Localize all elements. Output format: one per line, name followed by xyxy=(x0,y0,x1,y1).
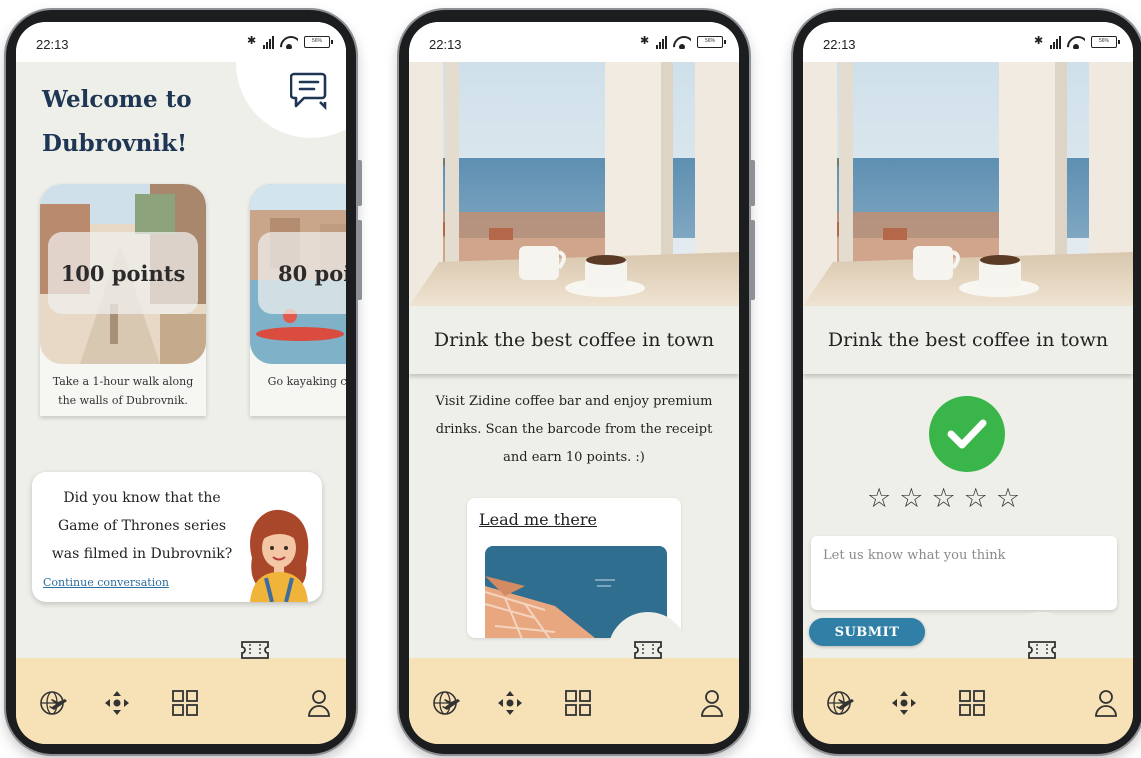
status-time: 22:13 xyxy=(429,37,462,52)
lead-me-there-link[interactable]: Lead me there xyxy=(479,510,597,529)
phone-side-button xyxy=(357,160,362,206)
card-description: Go kayaking craziest pl xyxy=(267,375,346,388)
star-rating: ☆ ☆ ☆ ☆ ☆ xyxy=(867,484,1020,514)
card-points: 80 points xyxy=(258,232,346,314)
phone-offer: 22:13 56% xyxy=(399,10,755,754)
guide-avatar xyxy=(242,508,316,606)
signal-icon xyxy=(1050,35,1061,49)
phone-rating: 22:13 56% xyxy=(793,10,1141,754)
feedback-input[interactable] xyxy=(811,536,1117,610)
coffee-hero-image xyxy=(409,62,739,306)
status-icons: 56% xyxy=(247,34,333,49)
ticket-icon[interactable] xyxy=(633,640,663,664)
wifi-icon xyxy=(280,36,298,49)
card-description: Take a 1-hour walk along the walls of Du… xyxy=(52,375,194,407)
move-arrows-icon[interactable] xyxy=(100,686,134,720)
move-arrows-icon[interactable] xyxy=(493,686,527,720)
status-time: 22:13 xyxy=(36,37,69,52)
status-bar: 22:13 56% xyxy=(409,22,739,62)
bluetooth-icon xyxy=(1034,34,1044,49)
status-bar: 22:13 56% xyxy=(803,22,1133,62)
phone-home: 22:13 56% Welcome to Dubrovnik! xyxy=(6,10,362,754)
ticket-icon[interactable] xyxy=(240,640,270,664)
wifi-icon xyxy=(673,36,691,49)
rating-screen: 22:13 56% xyxy=(803,22,1133,744)
offer-description: Visit Zidine coffee bar and enjoy premiu… xyxy=(435,394,713,465)
profile-icon[interactable] xyxy=(302,686,336,720)
status-bar: 22:13 56% xyxy=(16,22,346,62)
ticket-icon[interactable] xyxy=(1027,640,1057,664)
battery-icon: 56% xyxy=(1091,36,1120,48)
phone-side-button xyxy=(750,160,755,206)
challenge-card[interactable]: 100 points Take a 1-hour walk along the … xyxy=(40,184,206,416)
star-icon[interactable]: ☆ xyxy=(996,484,1020,514)
star-icon[interactable]: ☆ xyxy=(899,484,923,514)
title-line-1: Welcome to xyxy=(42,86,192,113)
grid-icon[interactable] xyxy=(561,686,595,720)
title-line-2: Dubrovnik! xyxy=(42,130,188,157)
chat-icon[interactable] xyxy=(289,70,330,116)
coffee-hero-image xyxy=(803,62,1133,306)
status-icons: 56% xyxy=(1034,34,1120,49)
submit-button[interactable]: SUBMIT xyxy=(809,618,925,646)
bluetooth-icon xyxy=(640,34,650,49)
did-you-know-text: Did you know that the Game of Thrones se… xyxy=(51,490,233,562)
grid-icon[interactable] xyxy=(955,686,989,720)
profile-icon[interactable] xyxy=(1089,686,1123,720)
offer-title: Drink the best coffee in town xyxy=(409,306,739,374)
star-icon[interactable]: ☆ xyxy=(931,484,955,514)
challenge-card[interactable]: 80 points Go kayaking craziest pl xyxy=(250,184,346,416)
bottom-nav xyxy=(16,658,346,744)
signal-icon xyxy=(656,35,667,49)
bluetooth-icon xyxy=(247,34,257,49)
battery-icon: 56% xyxy=(304,36,333,48)
star-icon[interactable]: ☆ xyxy=(867,484,891,514)
page-title: Welcome to Dubrovnik! xyxy=(42,78,192,166)
offer-title: Drink the best coffee in town xyxy=(803,306,1133,374)
globe-plane-icon[interactable] xyxy=(823,686,857,720)
grid-icon[interactable] xyxy=(168,686,202,720)
checkmark-icon xyxy=(929,396,1005,472)
status-icons: 56% xyxy=(640,34,726,49)
profile-icon[interactable] xyxy=(695,686,729,720)
card-points: 100 points xyxy=(48,232,198,314)
phone-side-button xyxy=(357,220,362,300)
home-screen: 22:13 56% Welcome to Dubrovnik! xyxy=(16,22,346,744)
globe-plane-icon[interactable] xyxy=(36,686,70,720)
status-time: 22:13 xyxy=(823,37,856,52)
battery-icon: 56% xyxy=(697,36,726,48)
offer-screen: 22:13 56% xyxy=(409,22,739,744)
globe-plane-icon[interactable] xyxy=(429,686,463,720)
bottom-nav xyxy=(803,658,1133,744)
phone-side-button xyxy=(750,220,755,300)
did-you-know-card: Did you know that the Game of Thrones se… xyxy=(32,472,322,603)
star-icon[interactable]: ☆ xyxy=(964,484,988,514)
bottom-nav xyxy=(409,658,739,744)
signal-icon xyxy=(263,35,274,49)
wifi-icon xyxy=(1067,36,1085,49)
continue-conversation-link[interactable]: Continue conversation xyxy=(43,576,169,589)
move-arrows-icon[interactable] xyxy=(887,686,921,720)
